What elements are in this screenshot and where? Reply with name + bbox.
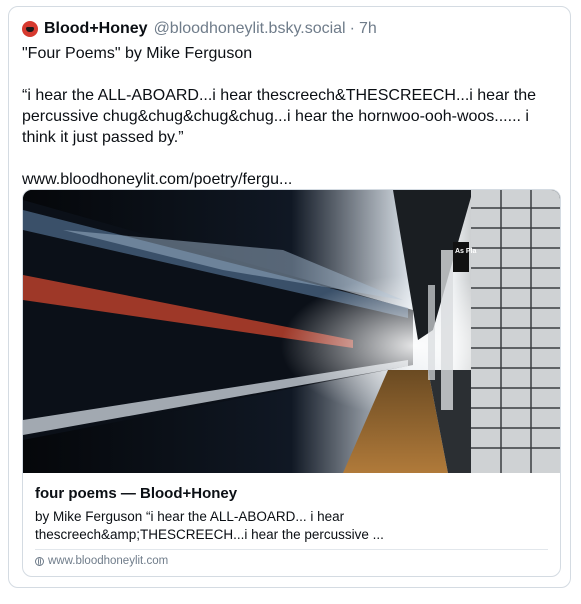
card-description: by Mike Ferguson “i hear the ALL-ABOARD.… <box>35 508 545 544</box>
card-domain: www.bloodhoneylit.com <box>48 555 169 567</box>
sign-text: As Pla <box>455 248 477 255</box>
post-card[interactable]: Blood+Honey @bloodhoneylit.bsky.social ·… <box>8 6 571 588</box>
card-domain-row: www.bloodhoneylit.com <box>35 555 168 567</box>
timestamp[interactable]: 7h <box>359 20 377 38</box>
link-preview-card[interactable]: As Pla four poems — Blood+Honey by Mike … <box>22 189 561 577</box>
post-title-line: "Four Poems" by Mike Ferguson <box>22 45 253 62</box>
separator: · <box>349 20 355 37</box>
post-link[interactable]: www.bloodhoneylit.com/poetry/fergu... <box>22 169 552 190</box>
handle[interactable]: @bloodhoneylit.bsky.social <box>154 20 346 38</box>
post-quote-line: percussive chug&chug&chug&chug...i hear … <box>22 108 529 125</box>
card-title[interactable]: four poems — Blood+Honey <box>35 485 237 502</box>
post-header: Blood+Honey @bloodhoneylit.bsky.social ·… <box>22 18 377 40</box>
preview-image: As Pla <box>23 190 560 473</box>
display-name[interactable]: Blood+Honey <box>44 20 148 38</box>
post-text: "Four Poems" by Mike Ferguson “i hear th… <box>22 43 552 190</box>
card-divider <box>35 549 548 550</box>
avatar[interactable] <box>22 21 38 37</box>
post-quote-line: “i hear the ALL-ABOARD...i hear thescree… <box>22 87 536 104</box>
card-desc-line: by Mike Ferguson “i hear the ALL-ABOARD.… <box>35 509 345 524</box>
globe-icon <box>35 556 44 566</box>
card-desc-line: thescreech&amp;THESCREECH...i hear the p… <box>35 527 384 542</box>
post-quote-line: think it just passed by.” <box>22 129 184 146</box>
